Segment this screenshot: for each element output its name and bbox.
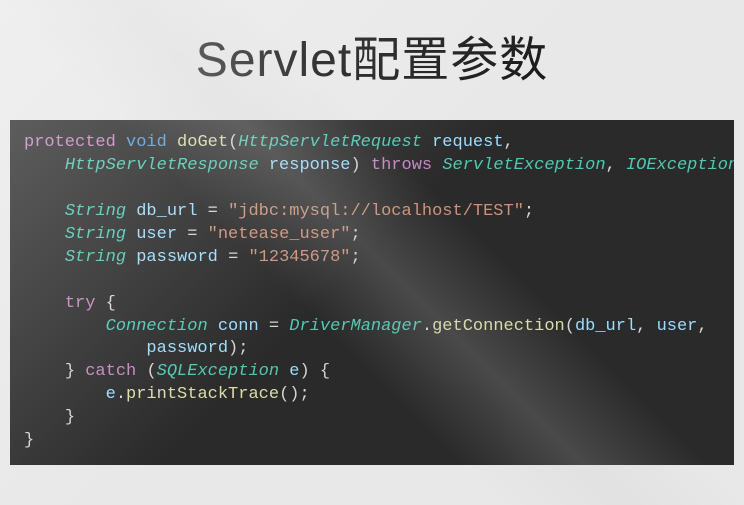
var-e: e [289,362,299,381]
method-name: doGet [177,133,228,152]
var-db-url: db_url [136,202,197,221]
brace: { [106,294,116,313]
arg-user: user [657,317,698,336]
paren: ( [228,133,238,152]
paren: ( [565,317,575,336]
comma: , [606,156,616,175]
arg-password: password [146,339,228,358]
equals: = [228,248,238,267]
brace: } [65,362,75,381]
var-e-ref: e [106,385,116,404]
paren: ( [146,362,156,381]
paren: ) [350,156,360,175]
brace: } [24,431,34,450]
comma: , [504,133,514,152]
paren: ) [228,339,238,358]
type-string: String [65,202,126,221]
type-servletexception: ServletException [442,156,605,175]
keyword-void: void [126,133,167,152]
var-password: password [136,248,218,267]
string-password: "12345678" [248,248,350,267]
comma: , [636,317,646,336]
var-conn: conn [218,317,259,336]
arg-db-url: db_url [575,317,636,336]
keyword-throws: throws [371,156,432,175]
dot: . [422,317,432,336]
type-sqlexception: SQLException [157,362,279,381]
semicolon: ; [238,339,248,358]
comma: , [697,317,707,336]
type-string: String [65,225,126,244]
brace: { [320,362,330,381]
slide-title: Servlet配置参数 [0,0,744,120]
equals: = [208,202,218,221]
keyword-try: try [65,294,96,313]
type-httpservletrequest: HttpServletRequest [238,133,422,152]
semicolon: ; [351,248,361,267]
equals: = [187,225,197,244]
dot: . [116,385,126,404]
type-connection: Connection [106,317,208,336]
type-httpservletresponse: HttpServletResponse [65,156,259,175]
param-request: request [432,133,503,152]
type-string: String [65,248,126,267]
type-ioexception: IOException [626,156,734,175]
var-user: user [136,225,177,244]
string-db-url: "jdbc:mysql://localhost/TEST" [228,202,524,221]
type-drivermanager: DriverManager [289,317,422,336]
brace: } [65,408,75,427]
call-getconnection: getConnection [432,317,565,336]
semicolon: ; [299,385,309,404]
semicolon: ; [350,225,360,244]
paren: () [279,385,299,404]
paren: ) [299,362,309,381]
keyword-protected: protected [24,133,116,152]
keyword-catch: catch [85,362,136,381]
semicolon: ; [524,202,534,221]
call-printstacktrace: printStackTrace [126,385,279,404]
equals: = [269,317,279,336]
string-user: "netease_user" [208,225,351,244]
code-block: protected void doGet(HttpServletRequest … [10,120,734,465]
param-response: response [269,156,351,175]
